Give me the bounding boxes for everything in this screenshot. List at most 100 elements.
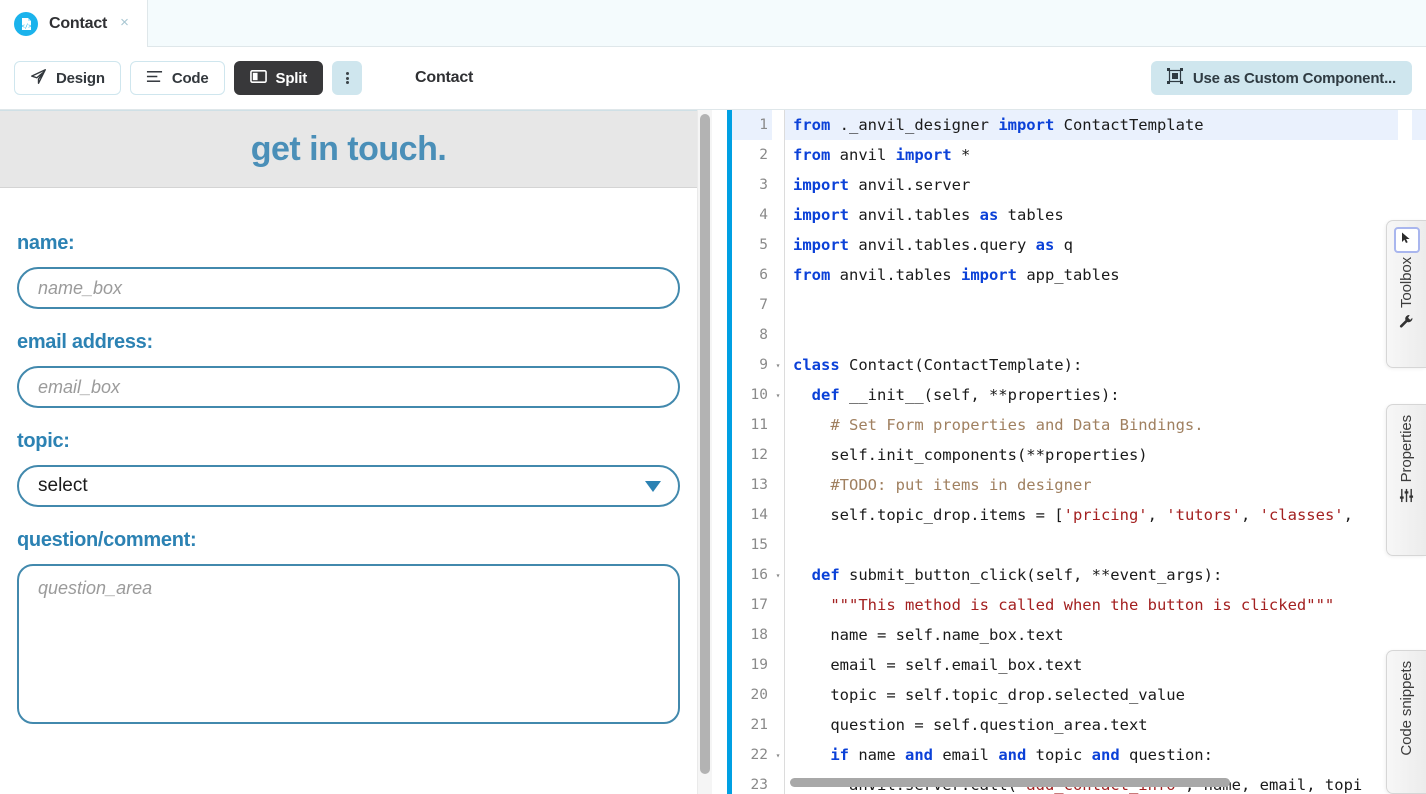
code-text: import anvil.tables.query as q [785,230,1426,260]
question-area-placeholder: question_area [38,578,152,598]
code-line[interactable]: 10▾ def __init__(self, **properties): [732,380,1426,410]
code-line[interactable]: 7 [732,290,1426,320]
panel-tab-toolbox[interactable]: Toolbox [1386,220,1426,368]
split-view-button[interactable]: Split [234,61,324,95]
code-line[interactable]: 17 """This method is called when the but… [732,590,1426,620]
code-line[interactable]: 13 #TODO: put items in designer [732,470,1426,500]
code-text: self.topic_drop.items = ['pricing', 'tut… [785,500,1426,530]
line-number: 4 [732,200,772,230]
code-line[interactable]: 12 self.init_components(**properties) [732,440,1426,470]
fold-spacer [772,770,784,794]
fold-spacer [772,440,784,470]
code-line[interactable]: 20 topic = self.topic_drop.selected_valu… [732,680,1426,710]
code-line[interactable]: 18 name = self.name_box.text [732,620,1426,650]
question-area-input[interactable]: question_area [17,564,680,724]
code-line[interactable]: 3import anvil.server [732,170,1426,200]
line-number: 5 [732,230,772,260]
line-number: 16 [732,560,772,590]
code-text [785,290,1426,320]
use-as-custom-component-label: Use as Custom Component... [1193,70,1396,87]
code-file-icon: </> [14,12,38,36]
line-number: 17 [732,590,772,620]
paper-plane-icon [30,68,47,89]
code-line[interactable]: 4import anvil.tables as tables [732,200,1426,230]
splitter-gap [712,110,727,794]
tab-label: Contact [49,15,107,33]
form-header-band: get in touch. [0,110,697,188]
design-canvas[interactable]: get in touch. name: name_box email addre… [0,110,697,794]
code-line[interactable]: 22▾ if name and email and topic and ques… [732,740,1426,770]
tab-bar: </> Contact × [0,0,1426,47]
panel-tab-toolbox-label: Toolbox [1398,257,1415,308]
spacer-1 [17,309,680,331]
svg-text:</>: </> [21,23,32,30]
tab-contact[interactable]: </> Contact × [0,0,148,47]
code-line[interactable]: 8 [732,320,1426,350]
design-view-button[interactable]: Design [14,61,121,95]
fold-spacer [772,620,784,650]
fold-spacer [772,500,784,530]
split-columns-icon [250,69,267,88]
code-text: question = self.question_area.text [785,710,1426,740]
code-line[interactable]: 19 email = self.email_box.text [732,650,1426,680]
code-text: """This method is called when the button… [785,590,1426,620]
more-options-button[interactable] [332,61,362,95]
code-line[interactable]: 9▾class Contact(ContactTemplate): [732,350,1426,380]
vertical-dots-icon [346,71,349,86]
fold-spacer [772,200,784,230]
code-text: from anvil import * [785,140,1426,170]
line-number: 6 [732,260,772,290]
fold-toggle-icon[interactable]: ▾ [772,380,784,410]
line-number: 8 [732,320,772,350]
code-line[interactable]: 1from ._anvil_designer import ContactTem… [732,110,1426,140]
code-view-button[interactable]: Code [130,61,225,95]
topic-drop-select[interactable]: select [17,465,680,507]
code-line[interactable]: 2from anvil import * [732,140,1426,170]
name-box-input[interactable]: name_box [17,267,680,309]
fold-toggle-icon[interactable]: ▾ [772,350,784,380]
line-number: 7 [732,290,772,320]
line-number: 20 [732,680,772,710]
code-line[interactable]: 6from anvil.tables import app_tables [732,260,1426,290]
code-line[interactable]: 11 # Set Form properties and Data Bindin… [732,410,1426,440]
code-text: name = self.name_box.text [785,620,1426,650]
panel-tab-code-snippets[interactable]: Code snippets [1386,650,1426,794]
fold-spacer [772,230,784,260]
fold-toggle-icon[interactable]: ▾ [772,740,784,770]
code-editor-hscrollbar[interactable] [790,778,1230,787]
code-text: if name and email and topic and question… [785,740,1426,770]
code-text: email = self.email_box.text [785,650,1426,680]
spacer-3 [17,507,680,529]
close-icon[interactable]: × [118,13,131,34]
code-line[interactable]: 21 question = self.question_area.text [732,710,1426,740]
code-editor[interactable]: 1from ._anvil_designer import ContactTem… [732,110,1426,794]
custom-component-icon [1167,68,1183,88]
form-heading: get in touch. [251,130,447,169]
design-pane-scroll-thumb[interactable] [700,114,710,774]
cursor-tool-button[interactable] [1394,227,1420,253]
fold-toggle-icon[interactable]: ▾ [772,560,784,590]
code-line[interactable]: 16▾ def submit_button_click(self, **even… [732,560,1426,590]
code-text: #TODO: put items in designer [785,470,1426,500]
code-text [785,530,1426,560]
line-number: 23 [732,770,772,794]
code-line[interactable]: 15 [732,530,1426,560]
code-line[interactable]: 14 self.topic_drop.items = ['pricing', '… [732,500,1426,530]
design-view-label: Design [56,70,105,87]
line-number: 11 [732,410,772,440]
use-as-custom-component-button[interactable]: Use as Custom Component... [1151,61,1412,95]
panel-tab-properties[interactable]: Properties [1386,404,1426,556]
panel-tab-properties-label: Properties [1398,415,1415,482]
design-pane-scrollbar[interactable] [697,110,712,794]
fold-spacer [772,110,784,140]
tab-bar-empty-space [148,0,1426,47]
email-box-input[interactable]: email_box [17,366,680,408]
line-number: 10 [732,380,772,410]
line-number: 14 [732,500,772,530]
code-text: # Set Form properties and Data Bindings. [785,410,1426,440]
email-box-placeholder: email_box [38,377,120,398]
code-line[interactable]: 5 import anvil.tables.query as q [732,230,1426,260]
code-lines-icon [146,69,163,88]
fold-spacer [772,170,784,200]
code-text: topic = self.topic_drop.selected_value [785,680,1426,710]
